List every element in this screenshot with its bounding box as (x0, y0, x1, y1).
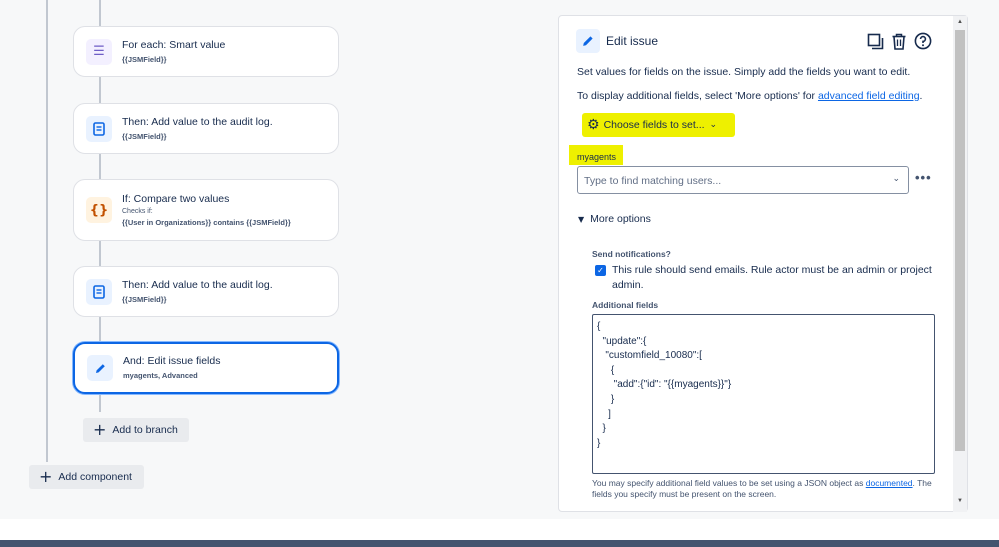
footer-strip (0, 519, 999, 540)
add-component-button[interactable]: + Add component (29, 465, 144, 489)
panel-description: Set values for fields on the issue. Simp… (577, 66, 911, 78)
help-icon[interactable] (914, 32, 932, 50)
panel-title: Edit issue (606, 34, 659, 48)
flow-card-audit-log-2[interactable]: Then: Add value to the audit log. {{JSMF… (73, 266, 339, 317)
choose-fields-button[interactable]: ⚙ Choose fields to set... ⌄ (582, 113, 735, 137)
pencil-icon (87, 355, 113, 381)
card-subtitle: {{JSMField}} (122, 294, 167, 304)
plus-icon: + (39, 467, 53, 486)
send-notifications-label: Send notifications? (592, 249, 671, 259)
advanced-hint-text: To display additional fields, select 'Mo… (577, 90, 818, 102)
advanced-field-editing-link[interactable]: advanced field editing (818, 90, 920, 102)
additional-fields-textarea[interactable]: { "update":{ "customfield_10080":[ { "ad… (592, 314, 935, 474)
user-picker-placeholder: Type to find matching users... (584, 175, 722, 187)
flow-card-for-each[interactable]: ☰ For each: Smart value {{JSMField}} (73, 26, 339, 77)
document-icon (86, 278, 112, 305)
flow-card-compare-values[interactable]: {} If: Compare two values Checks if: {{U… (73, 179, 339, 241)
scroll-down-arrow-icon[interactable]: ▼ (955, 498, 965, 504)
add-component-label: Add component (58, 471, 132, 483)
scroll-up-arrow-icon[interactable]: ▲ (955, 19, 965, 25)
flow-card-audit-log-1[interactable]: Then: Add value to the audit log. {{JSMF… (73, 103, 339, 154)
chevron-down-icon: ⌄ (709, 120, 718, 130)
more-actions-icon[interactable]: ••• (915, 170, 932, 185)
chevron-down-icon: ▼ (578, 215, 585, 224)
document-icon (86, 115, 112, 142)
card-subtitle: {{JSMField}} (122, 54, 167, 64)
card-subtitle: myagents, Advanced (123, 371, 198, 381)
more-options-toggle[interactable]: ▼ More options (578, 213, 651, 225)
panel-advanced-hint: To display additional fields, select 'Mo… (577, 90, 922, 102)
card-title: For each: Smart value (122, 38, 226, 51)
window-bottom-bar (0, 540, 999, 547)
choose-fields-label: Choose fields to set... (603, 119, 705, 131)
additional-fields-label: Additional fields (592, 300, 659, 310)
flow-card-edit-issue[interactable]: And: Edit issue fields myagents, Advance… (73, 342, 339, 394)
additional-fields-value: { "update":{ "customfield_10080":[ { "ad… (597, 321, 732, 449)
flow-connector-main (46, 0, 48, 462)
additional-fields-help: You may specify additional field values … (592, 478, 932, 501)
add-to-branch-button[interactable]: + Add to branch (83, 418, 189, 442)
myagents-field-label: myagents (569, 145, 623, 165)
documented-link[interactable]: documented (866, 478, 913, 488)
trash-icon[interactable] (890, 32, 908, 50)
plus-icon: + (93, 420, 107, 439)
send-notifications-checkbox[interactable]: ✓ (595, 265, 606, 276)
send-notifications-text: This rule should send emails. Rule actor… (612, 264, 932, 291)
pencil-icon (576, 29, 600, 53)
help-text: You may specify additional field values … (592, 478, 866, 488)
card-title: Then: Add value to the audit log. (122, 115, 273, 128)
list-icon: ☰ (86, 38, 112, 65)
card-title: And: Edit issue fields (123, 355, 221, 368)
copy-icon[interactable] (866, 32, 884, 50)
more-options-label: More options (590, 213, 651, 225)
braces-icon: {} (86, 197, 112, 223)
advanced-hint-suffix: . (919, 90, 923, 102)
add-to-branch-label: Add to branch (112, 424, 178, 436)
user-picker-select[interactable]: Type to find matching users... ⌄ (577, 166, 909, 194)
card-condition-label: Checks if: (122, 208, 153, 215)
card-title: Then: Add value to the audit log. (122, 278, 273, 291)
card-subtitle: {{User in Organizations}} contains {{JSM… (122, 217, 291, 227)
chevron-down-icon: ⌄ (892, 174, 900, 184)
scrollbar-thumb[interactable] (955, 30, 965, 451)
card-subtitle: {{JSMField}} (122, 131, 167, 141)
card-title: If: Compare two values (122, 192, 230, 205)
gear-icon: ⚙ (587, 117, 600, 133)
